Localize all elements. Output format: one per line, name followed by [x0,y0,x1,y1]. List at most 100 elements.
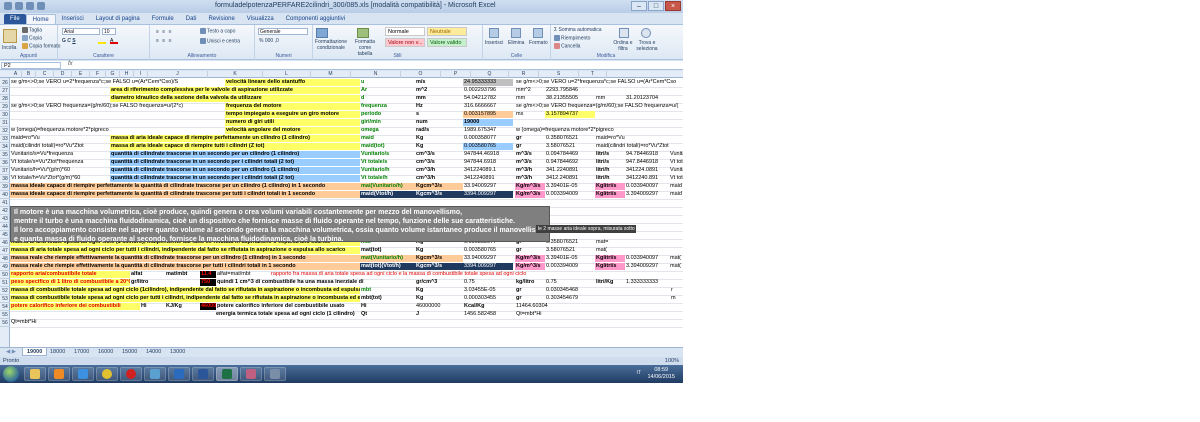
tab-review[interactable]: Revisione [202,14,240,24]
cell-r51b[interactable]: peso specifico di 1 litro di combustibil… [10,279,130,286]
tab-view[interactable]: Visualizza [241,14,280,24]
cell-r32b[interactable]: velocità angolare del motore [225,127,360,134]
cell-r48d[interactable]: Kgcm^3/s [415,255,463,262]
fill-button[interactable]: Riempimento [554,35,590,42]
cell-r52e[interactable]: 3.03455E-05 [463,287,513,294]
cell-r40i[interactable]: 3.394009297 [625,191,669,198]
conditional-format-button[interactable]: Formattazione condizionale [313,39,349,51]
cell-r36d[interactable]: cm^3/s [415,159,463,166]
cell-r37i[interactable]: 341224.0891 [625,167,669,174]
taskbar-calc-icon[interactable] [264,367,286,381]
cell-r55e[interactable]: 1456.582458 [463,311,513,318]
cell-r36e[interactable]: 947844.6918 [463,159,513,166]
cell-r39e[interactable]: 33.94009297 [463,183,513,190]
bold-button[interactable]: G C S [62,38,76,45]
format-painter-button[interactable]: Copia formato [22,43,60,50]
cell-r54d[interactable]: KJ/Kg [165,303,200,310]
find-select-button[interactable]: Trova e seleziona [635,40,659,52]
cell-r49f[interactable]: Kg/m^3/s [515,263,545,270]
row-header-26[interactable]: 26 [0,79,10,87]
cell-r33g[interactable]: 0.358076521 [545,135,595,142]
system-tray-lang[interactable]: IT [637,370,641,376]
cell-r50f[interactable]: alfat=mat/mbt [216,271,266,278]
cell-r51i[interactable]: 0.75 [545,279,595,286]
cell-r47b[interactable]: massa di aria totale spesa ad ogni ciclo… [10,247,360,254]
cell-r39f[interactable]: Kg/m^3/s [515,183,545,190]
cell-r51d[interactable]: 750 [200,279,216,286]
cell-r37g[interactable]: 341.2240891 [545,167,595,174]
cell-r54i[interactable]: Kcal/Kg [463,303,513,310]
percent-icon[interactable]: % 000 ,0 [259,38,279,45]
explanation-textbox[interactable]: Il motore è una macchina volumetrica, ci… [10,206,550,243]
sort-filter-icon[interactable] [619,28,629,38]
row-header-48[interactable]: 48 [0,255,10,263]
merge-center-button[interactable]: Unisci e centra [200,38,240,45]
cell-r51e[interactable]: quindi 1 cm^3 di combustibile ha una mas… [216,279,416,286]
taskbar-app-icon[interactable] [144,367,166,381]
cell-r40g[interactable]: 0.003394009 [545,191,595,198]
row-header-36[interactable]: 36 [0,159,10,167]
cell-r36c[interactable]: Vt totale/s [360,159,415,166]
taskbar-folder-icon[interactable] [24,367,46,381]
cell-r40h[interactable]: Kglitri/s [595,191,625,198]
cell-r37a[interactable]: Vunitario/h=Vu*(g/m)*60 [10,167,110,174]
cell-r55c[interactable]: Qt [360,311,415,318]
cell-r28c[interactable]: d [360,95,415,102]
cell-r28e[interactable]: 54.04212782 [463,95,513,102]
taskbar-paint-icon[interactable] [240,367,262,381]
name-box[interactable]: P2 [1,62,61,69]
cell-r27f[interactable]: mm^2 [515,87,545,94]
sheet-tab-14000[interactable]: 14000 [142,348,165,356]
cell-r51j[interactable]: litri/Kg [595,279,625,286]
cell-r33c[interactable]: maid [360,135,415,142]
cell-r34d[interactable]: Kg [415,143,463,150]
cell-r38a[interactable]: Vt totale/h=Vu*Ztot*(g/m)*60 [10,175,110,182]
cell-r33a[interactable]: maid=ro*Vu [10,135,110,142]
paste-button[interactable]: Incolla [2,45,16,52]
cell-r35f[interactable]: m^3/s [515,151,545,158]
row-header-56[interactable]: 56 [0,319,10,327]
sheet-tab-13000[interactable]: 13000 [166,348,189,356]
sheet-tab-15000[interactable]: 15000 [118,348,141,356]
cell-r56a[interactable]: Qt=mbt*Hi [10,319,110,326]
format-cells-icon[interactable] [533,28,543,38]
row-header-35[interactable]: 35 [0,151,10,159]
cell-r48j[interactable]: mat( [669,255,683,262]
cell-r34h[interactable]: maid(cilindri totali)=ro*Vu*Ztot [595,143,681,150]
taskbar-opera-icon[interactable] [120,367,142,381]
cell-r26d[interactable]: m/s [415,79,463,86]
cell-r30g[interactable]: 3.157894737 [545,111,595,118]
cell-r31e[interactable]: 19000 [463,119,513,126]
cell-r32d[interactable]: rad/s [415,127,463,134]
cell-r36g[interactable]: 0.947844692 [545,159,595,166]
cell-r48f[interactable]: Kg/m^3/s [515,255,545,262]
cell-r54f[interactable]: potere calorifico inferiore del combusti… [216,303,361,310]
row-header-45[interactable]: 45 [0,231,10,239]
cell-r35h[interactable]: litri/s [595,151,625,158]
cell-r39g[interactable]: 3.39401E-05 [545,183,595,190]
cell-r29b[interactable]: frequenza del motore [225,103,360,110]
column-header-c[interactable]: C [36,71,54,78]
cell-r34f[interactable]: gr [515,143,545,150]
cell-r31b[interactable]: numero di giri utili [225,119,360,126]
cell-r36b[interactable]: quantità di cilindrate trascorse in un s… [110,159,360,166]
cell-r32c[interactable]: omega [360,127,415,134]
cell-r40j[interactable]: maid [669,191,683,198]
row-header-47[interactable]: 47 [0,247,10,255]
align-top-icon[interactable]: ≡ ≡ ≡ [156,29,173,36]
column-header-p[interactable]: P [441,71,471,78]
sort-filter-button[interactable]: Ordina e filtra [611,40,635,52]
cell-r34g[interactable]: 3.58076521 [545,143,595,150]
cell-r40f[interactable]: Kg/m^3/s [515,191,545,198]
cell-r47e[interactable]: 0.003580765 [463,247,513,254]
cell-r46h[interactable]: mat= [595,239,635,246]
cell-r53b[interactable]: massa di combustibile totale spesa ad og… [10,295,360,302]
cell-r52c[interactable]: mbt [360,287,415,294]
row-header-33[interactable]: 33 [0,135,10,143]
taskbar-word-icon[interactable] [192,367,214,381]
cell-r34e[interactable]: 0.003580765 [463,143,513,150]
row-header-50[interactable]: 50 [0,271,10,279]
cell-r28b[interactable]: diametro idraulico della sezione della v… [110,95,360,102]
cell-r40b[interactable]: massa ideale capace di riempire perfetta… [10,191,360,198]
taskbar-outlook-icon[interactable] [168,367,190,381]
